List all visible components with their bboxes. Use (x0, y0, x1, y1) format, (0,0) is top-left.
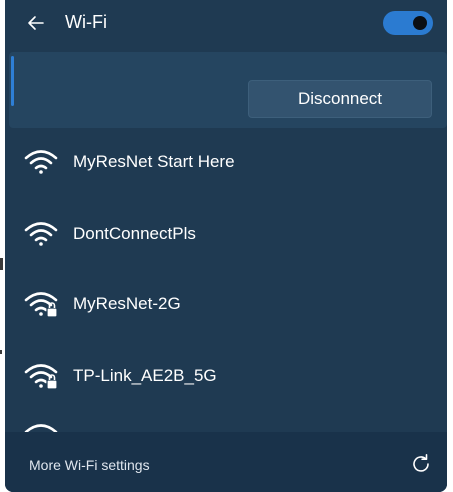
disconnect-button[interactable]: Disconnect (248, 80, 432, 118)
selection-accent (11, 56, 14, 106)
network-name: MyResNet Start Here (73, 152, 235, 171)
wifi-footer: More Wi-Fi settings (5, 432, 447, 492)
network-item[interactable]: TP-Link_AE2B_5G (5, 346, 447, 406)
wifi-signal-icon (24, 424, 58, 432)
back-button[interactable] (23, 10, 49, 36)
wifi-signal-icon (24, 150, 58, 174)
network-name: TP-Link_AE2B_5G (73, 366, 217, 385)
network-item[interactable]: MyResNet Start Here (5, 132, 447, 192)
network-item-partial[interactable] (5, 420, 447, 432)
network-item[interactable]: DontConnectPls (5, 204, 447, 264)
wifi-panel: Wi-Fi Disconnect MyResNet Start Here Don… (5, 0, 447, 492)
page-title: Wi-Fi (65, 12, 107, 32)
background-edge-mark (0, 350, 2, 354)
network-name: DontConnectPls (73, 224, 196, 243)
toggle-knob (413, 16, 427, 30)
wifi-signal-icon (24, 222, 58, 246)
arrow-left-icon (28, 16, 44, 30)
refresh-icon[interactable] (409, 452, 433, 476)
wifi-toggle[interactable] (383, 11, 433, 35)
wifi-secured-icon (24, 364, 58, 390)
connected-network-card[interactable]: Disconnect (9, 52, 447, 128)
background-edge-mark (0, 258, 3, 270)
wifi-secured-icon (24, 292, 58, 318)
wifi-header: Wi-Fi (5, 0, 447, 46)
more-wifi-settings-link[interactable]: More Wi-Fi settings (29, 457, 150, 473)
network-name: MyResNet-2G (73, 294, 181, 313)
network-item[interactable]: MyResNet-2G (5, 274, 447, 334)
